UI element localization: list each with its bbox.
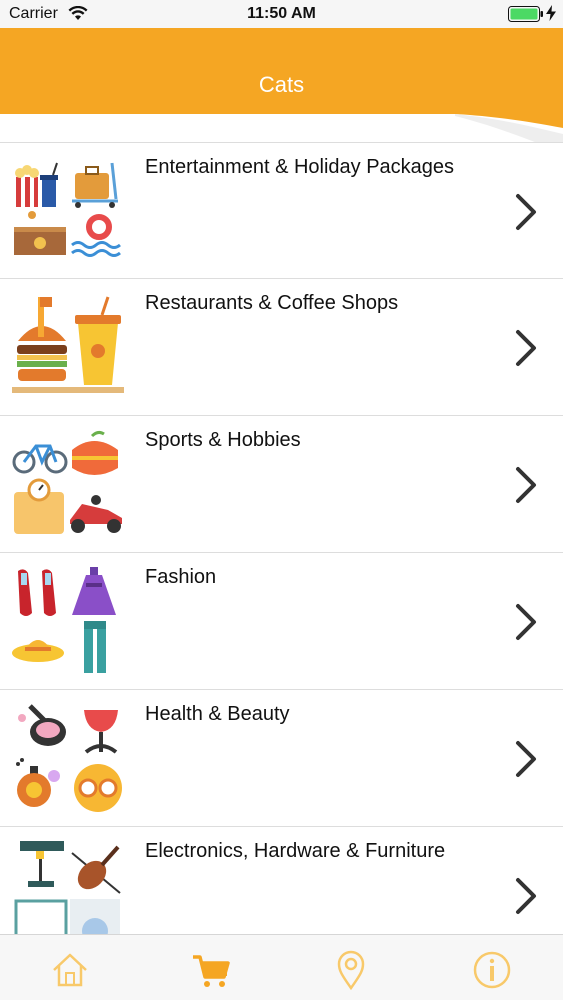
category-label: Entertainment & Holiday Packages [145, 156, 455, 178]
status-time: 11:50 AM [247, 5, 316, 22]
category-row-entertainment-holiday[interactable]: Entertainment & Holiday Packages [0, 142, 563, 279]
category-row-restaurants-coffee[interactable]: Restaurants & Coffee Shops [0, 279, 563, 416]
restaurants-coffee-thumbnail [12, 291, 124, 401]
cart-icon[interactable] [191, 950, 231, 990]
tab-bar [0, 934, 563, 1000]
category-row-sports-hobbies[interactable]: Sports & Hobbies [0, 416, 563, 553]
home-icon[interactable] [50, 950, 90, 990]
chevron-right-icon[interactable] [514, 466, 538, 504]
category-list[interactable]: Entertainment & Holiday Packages Restaur… [0, 142, 563, 934]
page-title: Cats [258, 72, 305, 97]
chevron-right-icon[interactable] [514, 877, 538, 915]
category-label: Fashion [145, 566, 217, 588]
location-pin-icon[interactable] [331, 950, 371, 990]
category-row-fashion[interactable]: Fashion [0, 553, 563, 690]
chevron-right-icon[interactable] [514, 193, 538, 231]
chevron-right-icon[interactable] [514, 329, 538, 367]
category-label: Sports & Hobbies [145, 429, 301, 451]
status-bar: Carrier 11:50 AM [0, 0, 563, 28]
chevron-right-icon[interactable] [514, 740, 538, 778]
info-icon[interactable] [472, 950, 512, 990]
sports-hobbies-thumbnail [12, 428, 124, 538]
electronics-hardware-thumbnail [12, 839, 124, 934]
category-label: Restaurants & Coffee Shops [145, 292, 399, 314]
battery-icon [508, 6, 543, 22]
entertainment-holiday-thumbnail [12, 155, 124, 265]
category-label: Electronics, Hardware & Furniture [145, 840, 446, 862]
navigation-header: Cats [0, 28, 563, 153]
fashion-thumbnail [12, 565, 124, 675]
chevron-right-icon[interactable] [514, 603, 538, 641]
charging-bolt-icon [546, 5, 556, 21]
category-label: Health & Beauty [145, 703, 290, 725]
category-row-health-beauty[interactable]: Health & Beauty [0, 690, 563, 827]
category-row-electronics-hardware[interactable]: Electronics, Hardware & Furniture [0, 827, 563, 934]
health-beauty-thumbnail [12, 702, 124, 812]
